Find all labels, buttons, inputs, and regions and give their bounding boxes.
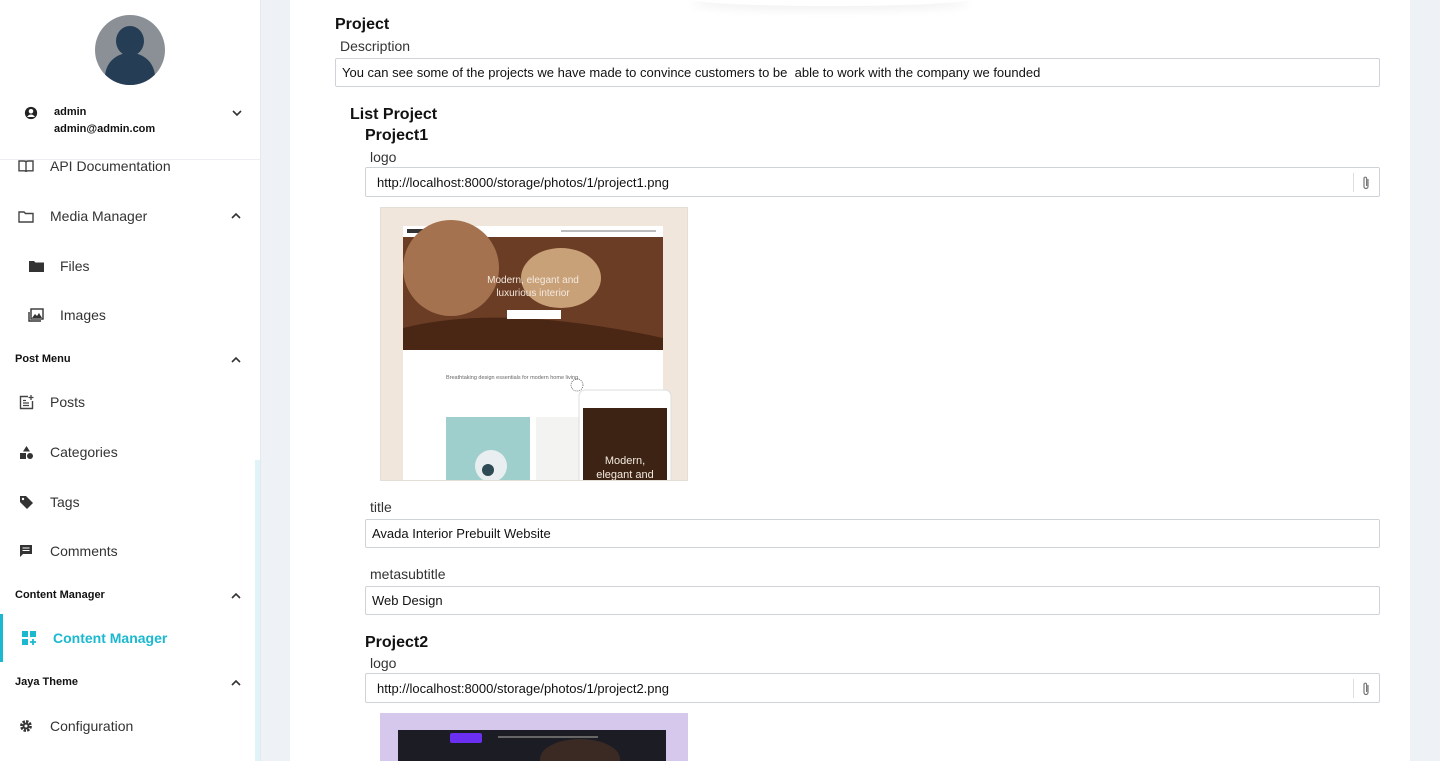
project-section-title: Project [335,16,390,33]
project2-logo-input[interactable]: http://localhost:8000/storage/photos/1/p… [365,673,1380,703]
sidebar-item-configuration[interactable]: Configuration [0,711,260,741]
project1-logo-label: logo [370,149,397,165]
list-project-title: List Project [350,106,438,123]
sidebar-item-content-manager[interactable]: Content Manager [0,623,260,653]
chevron-up-icon[interactable] [230,210,242,222]
sidebar-item-label: Posts [50,394,86,410]
project1-title-label: title [370,499,392,515]
preview-tagline: Breathtaking design essentials for moder… [446,375,580,381]
images-icon [28,307,44,323]
content-form-card: Project Description List Project Project… [290,0,1410,761]
sidebar-item-tags[interactable]: Tags [0,487,260,517]
paperclip-icon[interactable] [1359,681,1373,697]
sidebar-item-label: Tags [50,494,80,510]
folder-filled-icon [28,258,44,274]
sidebar-item-label: Images [60,307,106,323]
comment-icon [18,543,34,559]
folder-icon [18,208,34,224]
sidebar-item-categories[interactable]: Categories [0,437,260,467]
preview-mobile-text1: Modern, [605,455,645,467]
project1-logo-value: http://localhost:8000/storage/photos/1/p… [377,175,669,190]
sidebar-item-files[interactable]: Files [0,251,260,281]
project1-preview-image: Modern, elegant and luxurious interior B… [380,207,688,481]
preview-hero-line1: Modern, elegant and [487,275,579,286]
sidebar-item-label: Files [60,258,90,274]
avatar[interactable] [95,15,165,85]
chevron-down-icon[interactable] [231,107,243,119]
sidebar-item-label: Comments [50,543,118,559]
sidebar-item-label: Content Manager [53,630,168,646]
user-circle-icon [24,106,38,120]
section-label: Post Menu [15,353,71,365]
paperclip-icon[interactable] [1359,175,1373,191]
category-icon [18,444,34,460]
tag-icon [18,494,34,510]
user-email: admin@admin.com [54,123,156,135]
preview-hero-line2: luxurious interior [496,288,570,299]
post-add-icon [18,394,34,410]
chevron-up-icon[interactable] [230,677,242,689]
chevron-up-icon[interactable] [230,590,242,602]
preview-mobile-text2: elegant and [596,469,654,481]
sidebar: admin admin@admin.com API Documentation … [0,0,261,761]
description-input[interactable] [335,58,1380,87]
project1-logo-input[interactable]: http://localhost:8000/storage/photos/1/p… [365,167,1380,197]
project2-logo-value: http://localhost:8000/storage/photos/1/p… [377,681,669,696]
description-label: Description [340,38,411,54]
section-content-manager[interactable]: Content Manager [0,586,260,606]
sidebar-item-images[interactable]: Images [0,300,260,330]
sidebar-item-label: API Documentation [50,158,171,174]
chevron-up-icon[interactable] [230,354,242,366]
user-name: admin [54,106,87,118]
section-label: Content Manager [15,589,105,601]
project2-logo-label: logo [370,655,397,671]
book-icon [18,158,34,174]
sidebar-item-label: Categories [50,444,118,460]
sidebar-item-media-manager[interactable]: Media Manager [0,201,260,231]
project1-metasubtitle-label: metasubtitle [370,566,446,582]
project2-preview-image [380,713,688,761]
project2-heading: Project2 [365,634,429,651]
sidebar-item-posts[interactable]: Posts [0,387,260,417]
project1-heading: Project1 [365,127,429,144]
project1-metasubtitle-input[interactable] [365,586,1380,615]
section-post-menu[interactable]: Post Menu [0,350,260,370]
sidebar-item-comments[interactable]: Comments [0,536,260,566]
sidebar-item-api-documentation[interactable]: API Documentation [0,151,260,181]
gear-icon [18,718,34,734]
project1-title-input[interactable] [365,519,1380,548]
section-label: Jaya Theme [15,676,78,688]
section-jaya-theme[interactable]: Jaya Theme [0,673,260,693]
sidebar-item-label: Media Manager [50,208,148,224]
sidebar-item-label: Configuration [50,718,134,734]
dashboard-add-icon [21,630,37,646]
